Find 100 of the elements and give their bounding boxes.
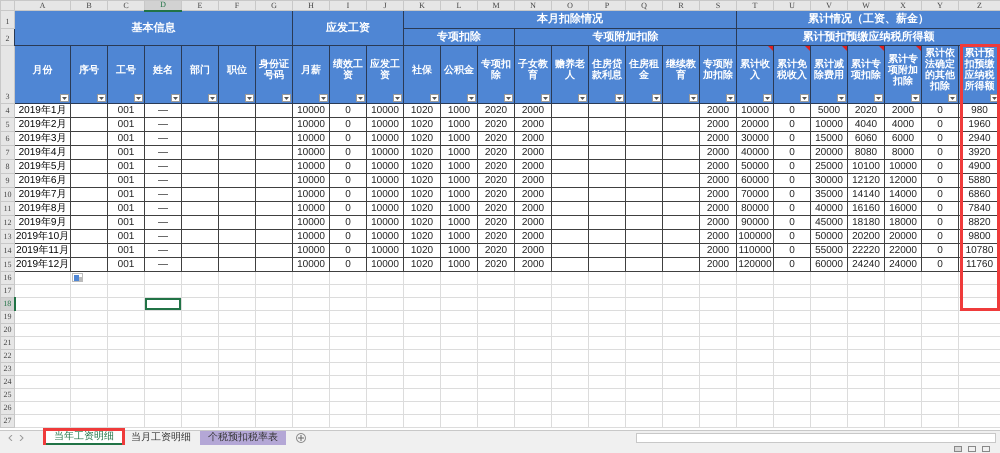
column-letter[interactable]: I [330, 0, 366, 10]
table-cell: 0 [922, 132, 958, 146]
row-number[interactable]: 4 [0, 104, 14, 118]
column-letter[interactable]: B [70, 0, 108, 10]
clipboard-icon [74, 274, 82, 280]
filter-button[interactable] [689, 94, 698, 102]
row-number[interactable]: 27 [0, 414, 14, 428]
row-number[interactable]: 25 [0, 388, 14, 402]
column-letter[interactable]: X [884, 0, 922, 10]
column-letter[interactable]: Y [922, 0, 958, 10]
filter-button[interactable] [393, 94, 402, 102]
row-number[interactable]: 18 [0, 298, 14, 310]
column-letter[interactable]: L [440, 0, 478, 10]
row-number[interactable]: 24 [0, 376, 14, 388]
row-number[interactable]: 5 [0, 118, 14, 132]
row-number[interactable]: 8 [0, 160, 14, 174]
filter-button[interactable] [800, 94, 809, 102]
table-cell: 2000 [514, 160, 552, 174]
row-number[interactable]: 23 [0, 362, 14, 376]
filter-button[interactable] [467, 94, 476, 102]
column-letter[interactable]: K [404, 0, 440, 10]
column-letter[interactable]: D [144, 0, 182, 10]
filter-button[interactable] [763, 94, 772, 102]
column-letter[interactable]: V [810, 0, 848, 10]
column-letter[interactable]: C [108, 0, 144, 10]
filter-button[interactable] [874, 94, 883, 102]
row-number[interactable]: 26 [0, 402, 14, 414]
row-number[interactable]: 19 [0, 310, 14, 324]
column-letter[interactable]: P [588, 0, 626, 10]
add-sheet-icon[interactable] [296, 433, 306, 443]
row-number[interactable]: 22 [0, 350, 14, 362]
table-cell: 2000 [700, 216, 736, 230]
column-letter[interactable]: W [848, 0, 884, 10]
filter-button[interactable] [615, 94, 624, 102]
column-letter[interactable]: M [478, 0, 514, 10]
horizontal-scrollbar[interactable] [636, 433, 996, 443]
table-cell: 12000 [884, 174, 922, 188]
column-letter[interactable]: J [366, 0, 404, 10]
row-number[interactable]: 3 [0, 46, 14, 104]
filter-button[interactable] [430, 94, 439, 102]
page-break-icon[interactable] [982, 446, 990, 452]
sheet-tab[interactable]: 当月工资明细 [123, 431, 199, 445]
row-number[interactable]: 21 [0, 336, 14, 350]
row-number[interactable]: 15 [0, 258, 14, 272]
row-number[interactable]: 1 [0, 10, 14, 28]
column-letter[interactable]: S [700, 0, 736, 10]
table-cell: 6060 [848, 132, 884, 146]
row-number[interactable]: 2 [0, 28, 14, 46]
table-cell: 10000 [366, 258, 404, 272]
dropdown-arrow-icon [358, 96, 363, 100]
filter-button[interactable] [541, 94, 550, 102]
row-number[interactable]: 20 [0, 324, 14, 336]
filter-button[interactable] [171, 94, 180, 102]
filter-button[interactable] [60, 94, 69, 102]
column-letter[interactable]: G [256, 0, 292, 10]
column-letter[interactable]: T [736, 0, 774, 10]
selected-cell[interactable] [145, 298, 181, 310]
filter-button[interactable] [911, 94, 920, 102]
filter-button[interactable] [245, 94, 254, 102]
column-letter[interactable]: Z [958, 0, 1000, 10]
row-number[interactable]: 9 [0, 174, 14, 188]
filter-button[interactable] [282, 94, 291, 102]
page-layout-icon[interactable] [968, 446, 976, 452]
row-number[interactable]: 11 [0, 202, 14, 216]
row-number[interactable]: 10 [0, 188, 14, 202]
column-letter[interactable]: F [218, 0, 256, 10]
sheet-tab[interactable]: 当年工资明细 [46, 431, 122, 445]
row-number[interactable]: 13 [0, 230, 14, 244]
filter-button[interactable] [578, 94, 587, 102]
column-letter[interactable]: U [774, 0, 810, 10]
column-letter[interactable]: N [514, 0, 552, 10]
paste-options-button[interactable] [72, 273, 83, 282]
filter-button[interactable] [356, 94, 365, 102]
row-number[interactable]: 14 [0, 244, 14, 258]
filter-button[interactable] [726, 94, 735, 102]
column-letter[interactable]: R [662, 0, 700, 10]
table-cell: 10000 [292, 118, 330, 132]
column-letter[interactable]: A [14, 0, 70, 10]
filter-button[interactable] [208, 94, 217, 102]
row-number[interactable]: 12 [0, 216, 14, 230]
dropdown-arrow-icon [728, 96, 733, 100]
table-cell: 1000 [440, 202, 478, 216]
filter-button[interactable] [837, 94, 846, 102]
filter-button[interactable] [319, 94, 328, 102]
column-letter[interactable]: O [552, 0, 588, 10]
filter-button[interactable] [948, 94, 957, 102]
row-number[interactable]: 16 [0, 272, 14, 284]
row-number[interactable]: 7 [0, 146, 14, 160]
sheet-tab[interactable]: 个税预扣税率表 [200, 431, 286, 445]
row-number[interactable]: 6 [0, 132, 14, 146]
filter-button[interactable] [504, 94, 513, 102]
column-letter[interactable]: E [182, 0, 218, 10]
filter-button[interactable] [97, 94, 106, 102]
filter-button[interactable] [652, 94, 661, 102]
table-cell: 2020 [478, 244, 514, 258]
column-letter[interactable]: H [292, 0, 330, 10]
row-number[interactable]: 17 [0, 284, 14, 298]
column-title: 专项附加扣除 [702, 59, 734, 81]
column-letter[interactable]: Q [626, 0, 662, 10]
filter-button[interactable] [134, 94, 143, 102]
